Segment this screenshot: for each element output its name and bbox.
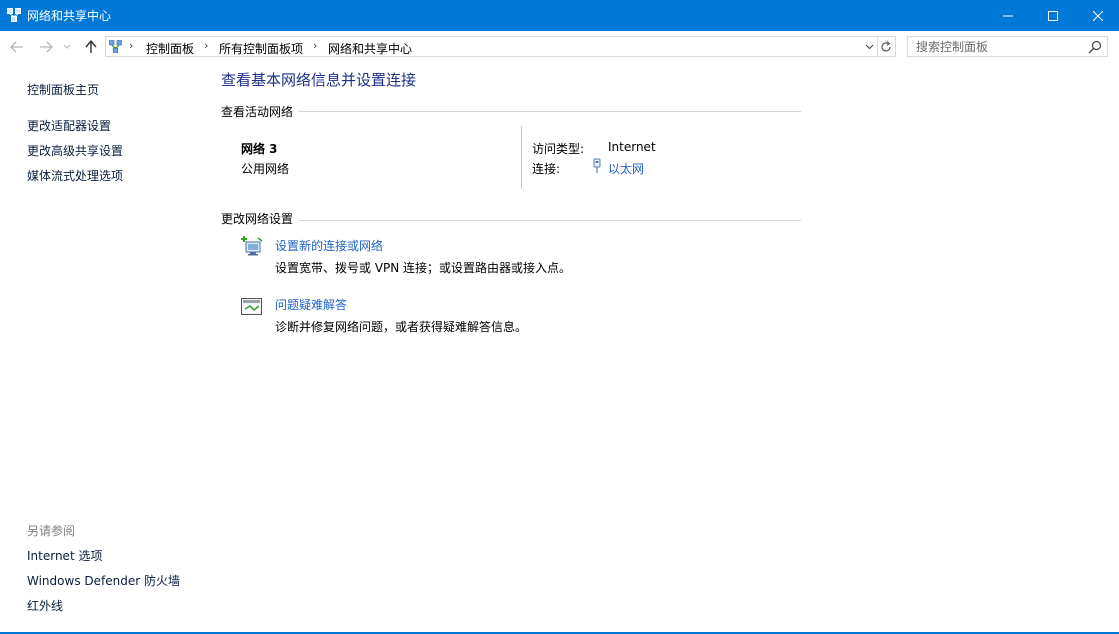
breadcrumb-separator: › — [313, 39, 318, 52]
breadcrumb-network-center[interactable]: 网络和共享中心 — [328, 40, 412, 57]
sidebar-item-infrared[interactable]: 红外线 — [27, 597, 63, 614]
arrow-up-icon — [85, 40, 97, 53]
sidebar-item-media-streaming[interactable]: 媒体流式处理选项 — [27, 167, 123, 184]
up-button[interactable] — [82, 38, 100, 56]
arrow-right-icon — [40, 41, 53, 53]
network-center-icon — [109, 40, 122, 53]
search-icon[interactable] — [1088, 40, 1102, 54]
minimize-icon — [1003, 15, 1013, 16]
breadcrumb-separator: › — [129, 39, 134, 52]
recent-locations-button[interactable] — [61, 38, 73, 56]
troubleshoot-description: 诊断并修复网络问题，或者获得疑难解答信息。 — [275, 320, 528, 334]
sidebar-item-home[interactable]: 控制面板主页 — [27, 81, 99, 98]
access-type-value: Internet — [608, 140, 656, 154]
network-info-divider — [521, 126, 522, 189]
minimize-button[interactable] — [985, 0, 1031, 31]
sidebar-item-advanced-sharing[interactable]: 更改高级共享设置 — [27, 142, 123, 159]
search-input[interactable] — [908, 37, 1091, 56]
breadcrumb-control-panel[interactable]: 控制面板 — [146, 40, 194, 57]
page-title: 查看基本网络信息并设置连接 — [221, 71, 417, 89]
section-divider — [221, 220, 801, 221]
network-name: 网络 3 — [241, 142, 278, 156]
close-button[interactable] — [1075, 0, 1119, 31]
title-bar: 网络和共享中心 — [0, 0, 1119, 31]
troubleshoot-link[interactable]: 问题疑难解答 — [275, 296, 347, 313]
new-connection-icon — [241, 236, 263, 256]
breadcrumb-separator: › — [204, 39, 209, 52]
sidebar-item-defender-firewall[interactable]: Windows Defender 防火墙 — [27, 572, 180, 589]
network-category: 公用网络 — [241, 162, 290, 176]
active-networks-heading: 查看活动网络 — [221, 103, 300, 120]
see-also-heading: 另请参阅 — [27, 524, 76, 538]
breadcrumb-all-items[interactable]: 所有控制面板项 — [219, 40, 303, 57]
access-type-label: 访问类型: — [532, 142, 585, 156]
chevron-down-icon — [63, 44, 71, 49]
back-button[interactable] — [8, 38, 26, 56]
close-icon — [1093, 10, 1103, 21]
network-center-icon — [7, 8, 21, 22]
sidebar-item-internet-options[interactable]: Internet 选项 — [27, 547, 102, 564]
sidebar-item-adapter-settings[interactable]: 更改适配器设置 — [27, 117, 111, 134]
chevron-down-icon — [865, 44, 873, 49]
address-history-button[interactable] — [862, 39, 876, 54]
forward-button[interactable] — [37, 38, 55, 56]
change-settings-heading: 更改网络设置 — [221, 210, 300, 227]
ethernet-icon — [593, 158, 601, 173]
connection-label: 连接: — [532, 162, 561, 176]
maximize-button[interactable] — [1030, 0, 1076, 31]
refresh-icon — [881, 40, 891, 52]
connection-link[interactable]: 以太网 — [608, 160, 644, 177]
setup-new-connection-description: 设置宽带、拨号或 VPN 连接；或设置路由器或接入点。 — [275, 261, 572, 275]
window-title: 网络和共享中心 — [27, 9, 112, 23]
search-box[interactable] — [907, 36, 1108, 57]
section-divider — [221, 111, 801, 112]
setup-new-connection-link[interactable]: 设置新的连接或网络 — [275, 237, 383, 254]
maximize-icon — [1048, 10, 1058, 21]
address-bar[interactable]: › 控制面板 › 所有控制面板项 › 网络和共享中心 — [105, 36, 878, 57]
refresh-button[interactable] — [877, 36, 896, 57]
arrow-left-icon — [10, 41, 23, 53]
troubleshoot-icon — [241, 298, 262, 315]
